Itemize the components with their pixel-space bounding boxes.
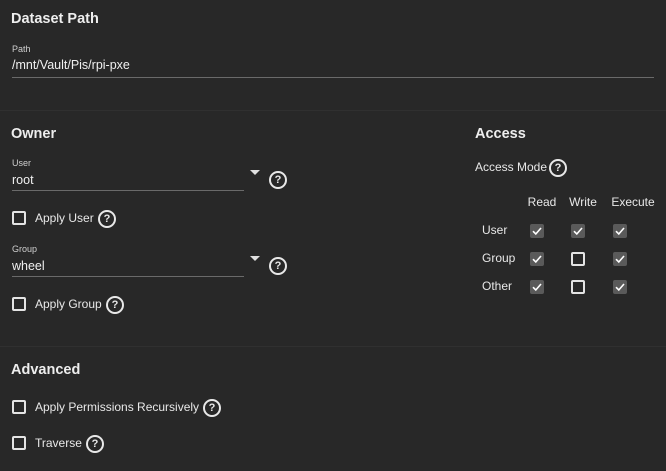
traverse-checkbox[interactable] (12, 436, 26, 450)
section-divider (0, 110, 666, 111)
path-input[interactable]: /mnt/Vault/Pis/rpi-pxe (12, 58, 130, 72)
apply-user-label: Apply User (35, 211, 94, 225)
perm-other-read-checkbox[interactable] (530, 280, 544, 294)
check-icon (573, 227, 583, 236)
perm-other-write-checkbox[interactable] (571, 280, 585, 294)
check-icon (532, 255, 542, 264)
group-field-label: Group (12, 244, 38, 254)
access-title: Access (475, 126, 526, 142)
check-icon (532, 227, 542, 236)
row-label-group: Group (482, 251, 516, 265)
apply-user-checkbox[interactable] (12, 211, 26, 225)
column-header-write: Write (569, 195, 597, 209)
perm-user-execute-checkbox[interactable] (613, 224, 627, 238)
user-field-label: User (12, 158, 32, 168)
path-input-underline (12, 77, 654, 78)
apply-group-checkbox[interactable] (12, 297, 26, 311)
perm-group-write-checkbox[interactable] (571, 252, 585, 266)
help-circle-icon[interactable]: ? (269, 257, 287, 275)
help-circle-icon[interactable]: ? (98, 210, 116, 228)
apply-group-label: Apply Group (35, 297, 102, 311)
traverse-label: Traverse (35, 436, 82, 450)
dataset-path-title: Dataset Path (11, 11, 99, 27)
row-label-other: Other (482, 279, 513, 293)
perm-group-execute-checkbox[interactable] (613, 252, 627, 266)
path-label: Path (12, 44, 31, 54)
group-select-value[interactable]: wheel (12, 259, 45, 273)
caret-down-icon[interactable] (250, 256, 260, 261)
group-select-underline (12, 276, 244, 277)
perm-other-execute-checkbox[interactable] (613, 280, 627, 294)
help-circle-icon[interactable]: ? (269, 171, 287, 189)
section-divider (0, 346, 666, 347)
column-header-execute: Execute (611, 195, 655, 209)
help-circle-icon[interactable]: ? (86, 435, 104, 453)
help-circle-icon[interactable]: ? (203, 399, 221, 417)
perm-user-read-checkbox[interactable] (530, 224, 544, 238)
check-icon (532, 283, 542, 292)
access-mode-label: Access Mode (475, 160, 548, 174)
caret-down-icon[interactable] (250, 170, 260, 175)
help-circle-icon[interactable]: ? (549, 159, 567, 177)
advanced-title: Advanced (11, 362, 81, 378)
help-circle-icon[interactable]: ? (106, 296, 124, 314)
row-label-user: User (482, 223, 508, 237)
check-icon (615, 283, 625, 292)
user-select-underline (12, 190, 244, 191)
user-select-value[interactable]: root (12, 173, 34, 187)
recursive-label: Apply Permissions Recursively (35, 400, 200, 414)
check-icon (615, 227, 625, 236)
check-icon (615, 255, 625, 264)
owner-title: Owner (11, 126, 57, 142)
perm-user-write-checkbox[interactable] (571, 224, 585, 238)
recursive-checkbox[interactable] (12, 400, 26, 414)
column-header-read: Read (527, 195, 557, 209)
perm-group-read-checkbox[interactable] (530, 252, 544, 266)
